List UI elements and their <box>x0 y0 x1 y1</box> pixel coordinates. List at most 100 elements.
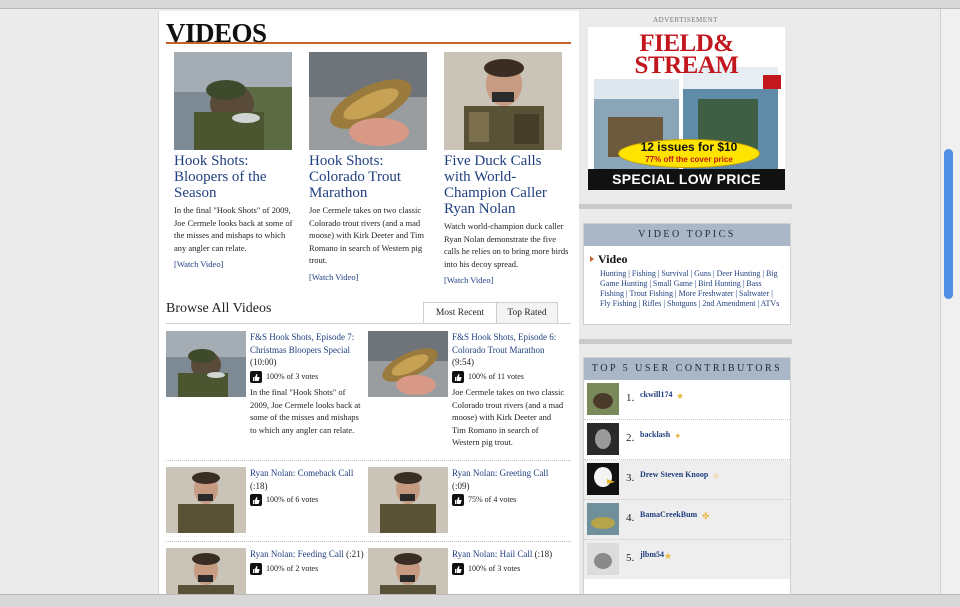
video-topics-title: Video <box>590 252 784 267</box>
video-item-6-rating: 100% of 3 votes <box>468 563 521 573</box>
featured-video-1-watch-link[interactable]: [Watch Video] <box>174 259 223 269</box>
advertisement-label: ADVERTISEMENT <box>653 16 718 24</box>
video-item-3-thumbnail[interactable] <box>166 467 246 533</box>
video-item-6-thumbnail[interactable] <box>368 548 448 595</box>
contributor-4-avatar <box>587 503 619 535</box>
contributor-3-avatar <box>587 463 619 495</box>
page-title: VIDEOS <box>166 18 267 48</box>
video-item-1-title[interactable]: F&S Hook Shots, Episode 7: Christmas Blo… <box>250 332 354 355</box>
video-item-1-rating: 100% of 3 votes <box>266 371 319 381</box>
contributor-4-name[interactable]: BamaCreekBum <box>640 510 697 519</box>
video-item-4: Ryan Nolan: Greeting Call (:09) 75% of 4… <box>368 467 568 537</box>
contributor-2-avatar <box>587 423 619 455</box>
field-stream-ad[interactable]: FIELD& STREAM 12 issues for $10 77% off … <box>588 27 785 190</box>
browser-top-frame <box>0 0 960 9</box>
rank-star-icon: ✧ <box>712 471 720 481</box>
video-item-2-duration: (9:54) <box>452 357 474 367</box>
thumbs-up-icon <box>250 494 262 507</box>
video-item-4-title[interactable]: Ryan Nolan: Greeting Call <box>452 468 548 478</box>
featured-video-2-thumbnail[interactable] <box>309 52 427 150</box>
rank-star-icon: ★ <box>664 551 673 561</box>
featured-video-3-title[interactable]: Five Duck Calls with World-Champion Call… <box>444 153 569 217</box>
title-divider <box>166 42 571 44</box>
contributor-5-avatar <box>587 543 619 575</box>
contributor-3-name[interactable]: Drew Steven Knoop <box>640 470 708 479</box>
video-item-4-rating: 75% of 4 votes <box>468 495 517 504</box>
contributor-row-5[interactable]: 5. jlbm54 ★ <box>584 540 790 579</box>
video-item-1-thumbnail[interactable] <box>166 331 246 397</box>
video-topics-panel: VIDEO TOPICS Video Hunting | Fishing | S… <box>583 223 791 325</box>
video-item-5-rating: 100% of 2 votes <box>266 563 319 573</box>
featured-video-3-description: Watch world-champion duck caller Ryan No… <box>444 221 569 269</box>
tab-most-recent[interactable]: Most Recent <box>423 302 497 323</box>
video-item-1: F&S Hook Shots, Episode 7: Christmas Blo… <box>166 331 366 451</box>
row-divider <box>166 460 571 461</box>
video-item-6-title[interactable]: Ryan Nolan: Hail Call <box>452 549 532 559</box>
featured-video-1-title[interactable]: Hook Shots: Bloopers of the Season <box>174 153 299 201</box>
sidebar-divider <box>579 204 792 209</box>
thumbs-up-icon <box>452 370 464 383</box>
video-topics-heading: VIDEO TOPICS <box>584 224 790 246</box>
tab-top-rated[interactable]: Top Rated <box>496 302 558 323</box>
video-item-2-rating: 100% of 11 votes <box>468 371 524 381</box>
video-item-2: F&S Hook Shots, Episode 6: Colorado Trou… <box>368 331 568 451</box>
video-item-3: Ryan Nolan: Comeback Call (:18) 100% of … <box>166 467 366 537</box>
browse-all-heading: Browse All Videos <box>166 301 272 316</box>
video-item-2-description: Joe Cermele takes on two classic Colorad… <box>452 387 565 447</box>
thumbs-up-icon <box>250 562 262 575</box>
thumbs-up-icon <box>452 562 464 575</box>
scrollbar-thumb[interactable] <box>944 149 953 299</box>
featured-video-3: Five Duck Calls with World-Champion Call… <box>444 52 569 288</box>
featured-video-1-description: In the final "Hook Shots" of 2009, Joe C… <box>174 205 293 253</box>
thumbs-up-icon <box>250 370 262 383</box>
contributor-row-3[interactable]: 3. Drew Steven Knoop ✧ <box>584 460 790 500</box>
top-contributors-panel: TOP 5 USER CONTRIBUTORS 1. ckwill174 ★ 2… <box>583 357 791 595</box>
contributor-5-name[interactable]: jlbm54 <box>640 550 664 559</box>
featured-video-2: Hook Shots: Colorado Trout Marathon Joe … <box>309 52 434 285</box>
browser-bottom-frame <box>0 594 960 607</box>
featured-video-2-description: Joe Cermele takes on two classic Colorad… <box>309 205 424 265</box>
contributor-row-2[interactable]: 2. backlash ✦ <box>584 420 790 460</box>
video-item-1-duration: (10:00) <box>250 357 277 367</box>
contributor-1-name[interactable]: ckwill174 <box>640 390 672 399</box>
featured-video-2-title[interactable]: Hook Shots: Colorado Trout Marathon <box>309 153 434 201</box>
video-item-5-title[interactable]: Ryan Nolan: Feeding Call <box>250 549 344 559</box>
browse-divider <box>166 323 571 324</box>
video-item-3-rating: 100% of 6 votes <box>266 495 319 504</box>
rank-star-icon: ★ <box>676 391 685 401</box>
video-item-5-thumbnail[interactable] <box>166 548 246 595</box>
row-divider <box>166 541 571 542</box>
vertical-scrollbar[interactable] <box>940 9 960 594</box>
top-contributors-heading: TOP 5 USER CONTRIBUTORS <box>584 358 790 380</box>
sidebar-divider <box>579 339 792 344</box>
video-item-6-duration: (:18) <box>534 549 553 559</box>
right-sidebar: ADVERTISEMENT FIELD& STREAM 12 issues fo… <box>579 11 792 595</box>
contributor-2-name[interactable]: backlash <box>640 430 670 439</box>
video-topics-links[interactable]: Hunting | Fishing | Survival | Guns | De… <box>600 269 784 309</box>
video-item-3-duration: (:18) <box>250 480 268 491</box>
rank-star-icon: ✦ <box>674 431 682 441</box>
video-item-3-title[interactable]: Ryan Nolan: Comeback Call <box>250 468 353 478</box>
contributor-row-4[interactable]: 4. BamaCreekBum ✤ <box>584 500 790 540</box>
ad-cta-bar: SPECIAL LOW PRICE <box>588 169 785 190</box>
featured-video-1: Hook Shots: Bloopers of the Season In th… <box>174 52 299 272</box>
video-item-2-title[interactable]: F&S Hook Shots, Episode 6: Colorado Trou… <box>452 332 556 355</box>
ad-logo: FIELD& STREAM <box>634 30 739 79</box>
ad-offer-badge: 12 issues for $10 77% off the cover pric… <box>618 139 760 168</box>
rank-star-icon: ✤ <box>702 511 710 521</box>
contributor-1-avatar <box>587 383 619 415</box>
featured-video-3-thumbnail[interactable] <box>444 52 562 150</box>
video-item-1-description: In the final "Hook Shots" of 2009, Joe C… <box>250 387 361 435</box>
video-item-5: Ryan Nolan: Feeding Call (:21) 100% of 2… <box>166 548 366 595</box>
video-item-5-duration: (:21) <box>346 549 364 559</box>
contributor-row-1[interactable]: 1. ckwill174 ★ <box>584 380 790 420</box>
video-item-4-thumbnail[interactable] <box>368 467 448 533</box>
video-item-6: Ryan Nolan: Hail Call (:18) 100% of 3 vo… <box>368 548 568 595</box>
featured-video-1-thumbnail[interactable] <box>174 52 292 150</box>
featured-video-3-watch-link[interactable]: [Watch Video] <box>444 275 493 285</box>
thumbs-up-icon <box>452 494 464 507</box>
videos-main-column: VIDEOS Hook Shots: Bloopers of the Seaso… <box>158 11 579 595</box>
video-item-2-thumbnail[interactable] <box>368 331 448 397</box>
featured-video-2-watch-link[interactable]: [Watch Video] <box>309 272 358 282</box>
video-item-4-duration: (:09) <box>452 480 470 491</box>
